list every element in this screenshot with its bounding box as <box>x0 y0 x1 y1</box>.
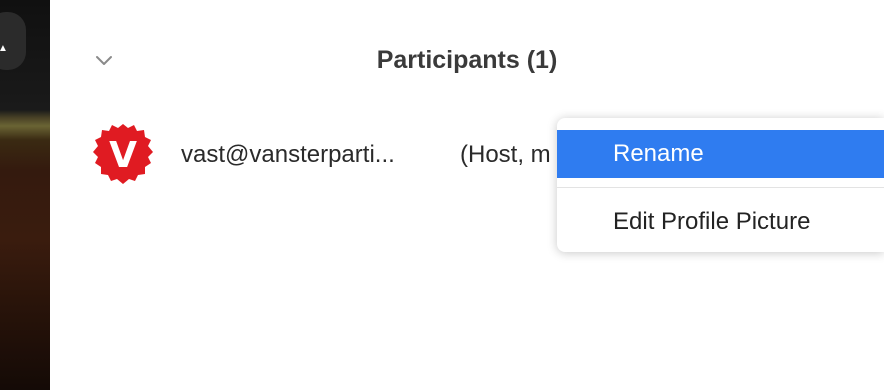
participant-context-menu: Rename Edit Profile Picture <box>557 118 884 252</box>
camera-control[interactable]: ▲ <box>0 12 26 70</box>
menu-divider <box>557 187 884 188</box>
participant-name: vast@vansterparti... <box>181 141 395 168</box>
camera-icon: ▲ <box>0 43 8 54</box>
menu-item-rename[interactable]: Rename <box>557 130 884 178</box>
avatar-letter: V <box>109 135 137 176</box>
avatar: V <box>91 122 155 186</box>
menu-item-label: Edit Profile Picture <box>613 208 811 235</box>
participant-role: (Host, m <box>460 141 551 168</box>
video-preview-strip: ▲ <box>0 0 50 390</box>
panel-title: Participants (1) <box>376 46 558 74</box>
menu-item-label: Rename <box>613 140 704 167</box>
menu-item-edit-profile-picture[interactable]: Edit Profile Picture <box>557 198 884 246</box>
